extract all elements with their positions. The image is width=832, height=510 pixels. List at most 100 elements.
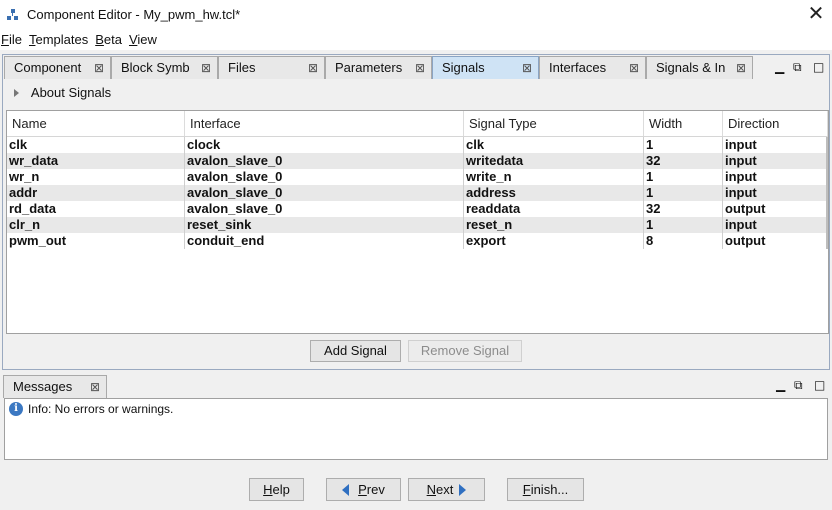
restore-icon[interactable]: ⧉ <box>794 378 803 393</box>
table-row[interactable]: addr avalon_slave_0 address 1 input <box>7 185 828 201</box>
signals-table: Name Interface Signal Type Width Directi… <box>6 110 829 334</box>
cell-direction[interactable]: input <box>723 137 828 153</box>
cell-name[interactable]: addr <box>7 185 185 201</box>
title-bar: Component Editor - My_pwm_hw.tcl* ✕ <box>0 0 832 29</box>
cell-direction[interactable]: input <box>723 185 828 201</box>
cell-interface[interactable]: reset_sink <box>185 217 464 233</box>
tab-label: Block Symb <box>121 60 190 75</box>
table-row[interactable]: clr_n reset_sink reset_n 1 input <box>7 217 828 233</box>
menu-beta[interactable]: Beta <box>94 32 126 47</box>
cell-direction[interactable]: input <box>723 169 828 185</box>
cell-signal-type[interactable]: readdata <box>464 201 644 217</box>
cell-signal-type[interactable]: write_n <box>464 169 644 185</box>
add-signal-button[interactable]: Add Signal <box>310 340 401 362</box>
tab-close-icon[interactable]: ⊠ <box>522 57 532 79</box>
scrollbar[interactable] <box>826 137 828 249</box>
cell-signal-type[interactable]: export <box>464 233 644 249</box>
cell-signal-type[interactable]: writedata <box>464 153 644 169</box>
cell-direction[interactable]: output <box>723 233 828 249</box>
cell-width[interactable]: 1 <box>644 169 723 185</box>
tab-close-icon[interactable]: ⊠ <box>308 57 318 79</box>
cell-signal-type[interactable]: address <box>464 185 644 201</box>
maximize-icon[interactable]: □ <box>814 378 825 392</box>
column-header-signal-type[interactable]: Signal Type <box>464 111 644 136</box>
tab-files[interactable]: Files ⊠ <box>218 56 325 79</box>
cell-width[interactable]: 1 <box>644 185 723 201</box>
column-header-direction[interactable]: Direction <box>723 111 828 136</box>
cell-width[interactable]: 32 <box>644 153 723 169</box>
tab-signals[interactable]: Signals ⊠ <box>432 56 539 79</box>
table-row[interactable]: clk clock clk 1 input <box>7 137 828 153</box>
tab-label: Interfaces <box>549 60 607 75</box>
window-title: Component Editor - My_pwm_hw.tcl* <box>27 7 241 22</box>
cell-width[interactable]: 1 <box>644 217 723 233</box>
tab-close-icon[interactable]: ⊠ <box>94 57 104 79</box>
table-body: clk clock clk 1 input wr_data avalon_sla… <box>7 137 828 249</box>
table-row[interactable]: rd_data avalon_slave_0 readdata 32 outpu… <box>7 201 828 217</box>
menu-templates[interactable]: Templates <box>28 32 92 47</box>
message-item: i Info: No errors or warnings. <box>9 402 173 416</box>
cell-interface[interactable]: avalon_slave_0 <box>185 185 464 201</box>
cell-direction[interactable]: output <box>723 201 828 217</box>
tab-messages[interactable]: Messages ⊠ <box>3 375 107 398</box>
cell-name[interactable]: pwm_out <box>7 233 185 249</box>
cell-interface[interactable]: clock <box>185 137 464 153</box>
cell-name[interactable]: clk <box>7 137 185 153</box>
menu-file[interactable]: File <box>0 32 26 47</box>
tab-component[interactable]: Component ⊠ <box>4 56 111 79</box>
remove-signal-button[interactable]: Remove Signal <box>408 340 522 362</box>
cell-interface[interactable]: avalon_slave_0 <box>185 201 464 217</box>
table-row[interactable]: wr_data avalon_slave_0 writedata 32 inpu… <box>7 153 828 169</box>
cell-interface[interactable]: avalon_slave_0 <box>185 169 464 185</box>
cell-width[interactable]: 32 <box>644 201 723 217</box>
tab-close-icon[interactable]: ⊠ <box>415 57 425 79</box>
tab-block-symbol[interactable]: Block Symb ⊠ <box>111 56 218 79</box>
next-button[interactable]: Next <box>408 478 485 501</box>
cell-name[interactable]: clr_n <box>7 217 185 233</box>
editor-panel: Component ⊠ Block Symb ⊠ Files ⊠ Paramet… <box>2 54 830 370</box>
prev-button[interactable]: Prev <box>326 478 401 501</box>
menu-view[interactable]: View <box>128 32 161 47</box>
tab-close-icon[interactable]: ⊠ <box>90 376 100 398</box>
column-header-interface[interactable]: Interface <box>185 111 464 136</box>
column-header-width[interactable]: Width <box>644 111 723 136</box>
tab-label: Signals & In <box>656 60 726 75</box>
cell-signal-type[interactable]: reset_n <box>464 217 644 233</box>
app-icon <box>7 8 19 21</box>
close-icon[interactable]: ✕ <box>806 3 826 24</box>
tab-strip: Component ⊠ Block Symb ⊠ Files ⊠ Paramet… <box>3 56 829 79</box>
info-icon: i <box>9 402 23 416</box>
tab-close-icon[interactable]: ⊠ <box>736 57 746 79</box>
restore-icon[interactable]: ⧉ <box>793 60 802 75</box>
tab-label: Messages <box>13 379 73 394</box>
cell-name[interactable]: wr_n <box>7 169 185 185</box>
arrow-left-icon <box>342 483 350 496</box>
cell-interface[interactable]: avalon_slave_0 <box>185 153 464 169</box>
cell-interface[interactable]: conduit_end <box>185 233 464 249</box>
help-button[interactable]: Help <box>249 478 304 501</box>
cell-signal-type[interactable]: clk <box>464 137 644 153</box>
table-row[interactable]: pwm_out conduit_end export 8 output <box>7 233 828 249</box>
tab-close-icon[interactable]: ⊠ <box>629 57 639 79</box>
tab-close-icon[interactable]: ⊠ <box>201 57 211 79</box>
tab-label: Component <box>14 60 82 75</box>
cell-direction[interactable]: input <box>723 153 828 169</box>
tab-interfaces[interactable]: Interfaces ⊠ <box>539 56 646 79</box>
cell-direction[interactable]: input <box>723 217 828 233</box>
minimize-icon[interactable]: ▁ <box>776 378 785 392</box>
tab-signals-interfaces[interactable]: Signals & In ⊠ <box>646 56 753 79</box>
finish-button[interactable]: Finish... <box>507 478 584 501</box>
minimize-icon[interactable]: ▁ <box>775 60 784 74</box>
maximize-icon[interactable]: □ <box>813 60 824 74</box>
expand-arrow-icon <box>14 88 19 97</box>
column-header-name[interactable]: Name <box>7 111 185 136</box>
about-signals-toggle[interactable]: About Signals <box>5 81 827 107</box>
cell-width[interactable]: 8 <box>644 233 723 249</box>
cell-width[interactable]: 1 <box>644 137 723 153</box>
cell-name[interactable]: rd_data <box>7 201 185 217</box>
message-text: Info: No errors or warnings. <box>28 402 174 416</box>
tab-parameters[interactable]: Parameters ⊠ <box>325 56 432 79</box>
cell-name[interactable]: wr_data <box>7 153 185 169</box>
table-row[interactable]: wr_n avalon_slave_0 write_n 1 input <box>7 169 828 185</box>
tab-label: Signals <box>442 60 485 75</box>
